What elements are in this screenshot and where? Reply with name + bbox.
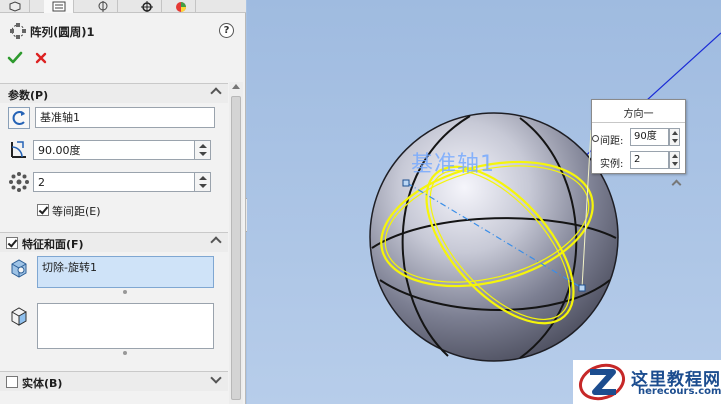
- callout-instances-stepper[interactable]: [669, 151, 680, 169]
- spacing-stepper[interactable]: [669, 128, 680, 146]
- spacing-radio[interactable]: [592, 135, 599, 142]
- watermark-url: herecours.com: [638, 386, 721, 397]
- divider: [592, 122, 685, 123]
- model-scene: [369, 32, 721, 362]
- drag-handle[interactable]: [402, 179, 410, 187]
- spacing-input[interactable]: 90度: [630, 128, 669, 146]
- drag-handle[interactable]: [578, 284, 586, 292]
- watermark-logo-icon: [579, 363, 625, 401]
- direction-title: 方向一: [623, 109, 654, 120]
- direction-callout: 方向一 间距: 90度 实例: 2: [591, 99, 686, 174]
- callout-instances-input[interactable]: 2: [630, 151, 669, 169]
- spacing-label: 间距:: [600, 136, 624, 147]
- instances-label: 实例:: [600, 159, 624, 170]
- axis-label: 基准轴1: [411, 152, 495, 177]
